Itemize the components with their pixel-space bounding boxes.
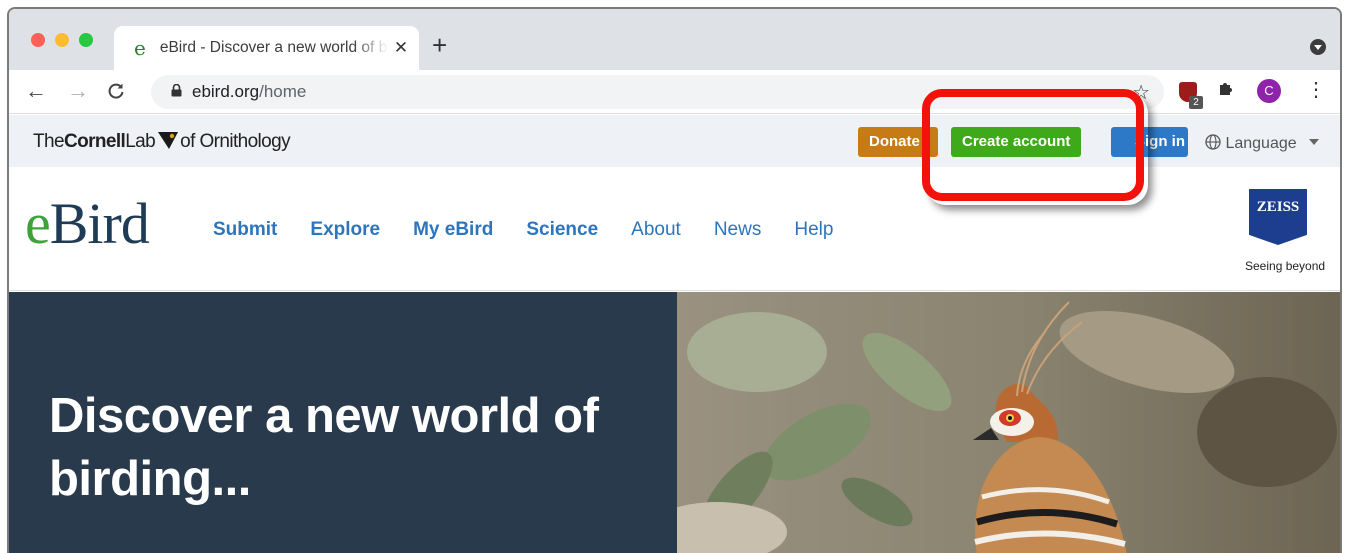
browser-menu-icon[interactable]: ⋮	[1306, 78, 1326, 102]
globe-icon	[1205, 134, 1221, 150]
tab-title: eBird - Discover a new world of birding.…	[159, 39, 388, 56]
logo-ornithology: of Ornithology	[180, 131, 291, 152]
nav-help[interactable]: Help	[794, 219, 833, 241]
highlight-annotation	[922, 89, 1144, 201]
browser-window: e eBird - Discover a new world of birdin…	[7, 7, 1342, 553]
logo-lab: Lab	[125, 131, 156, 152]
extensions-puzzle-icon[interactable]	[1217, 79, 1235, 103]
nav-explore[interactable]: Explore	[310, 219, 380, 241]
close-window-button[interactable]	[31, 33, 45, 47]
close-tab-icon[interactable]: ✕	[394, 38, 408, 58]
main-navigation: Submit Explore My eBird Science About Ne…	[213, 219, 833, 241]
ebird-favicon-icon: e	[134, 36, 146, 60]
ebird-logo[interactable]: eBird	[25, 195, 150, 253]
reload-button[interactable]	[107, 79, 125, 106]
nav-news[interactable]: News	[714, 219, 762, 241]
back-button[interactable]: ←	[25, 79, 47, 103]
cornell-lab-logo[interactable]: TheCornellLab of Ornithology	[33, 130, 291, 153]
logo-the: The	[33, 131, 65, 152]
hero-bird-photo	[677, 292, 1340, 553]
forward-button[interactable]: →	[67, 79, 89, 103]
language-label: Language	[1225, 135, 1297, 152]
zeiss-logo[interactable]: ZEISS	[1249, 189, 1307, 245]
chevron-down-icon	[1309, 139, 1320, 145]
cornell-bird-icon	[158, 132, 179, 149]
url-host: ebird.org	[192, 82, 260, 101]
nav-submit[interactable]: Submit	[213, 219, 277, 241]
logo-bird: Bird	[49, 191, 150, 256]
profile-avatar[interactable]: C	[1257, 79, 1281, 103]
nav-my-ebird[interactable]: My eBird	[413, 219, 493, 241]
minimize-window-button[interactable]	[55, 33, 69, 47]
url-path: /home	[259, 82, 307, 101]
hero-panel: Discover a new world of birding...	[9, 292, 677, 553]
tab-strip: e eBird - Discover a new world of birdin…	[9, 9, 1340, 70]
tab-search-icon[interactable]	[1310, 39, 1326, 55]
spinifex-pigeon-image	[677, 292, 1340, 553]
language-selector[interactable]: Language	[1205, 134, 1320, 153]
logo-e: e	[25, 191, 51, 256]
new-tab-button[interactable]: +	[432, 32, 447, 58]
extension-badge: 2	[1189, 96, 1203, 109]
logo-cornell: Cornell	[63, 131, 126, 152]
nav-science[interactable]: Science	[526, 219, 598, 241]
zeiss-tagline: Seeing beyond	[1245, 259, 1326, 273]
nav-about[interactable]: About	[631, 219, 681, 241]
reload-icon	[108, 83, 124, 99]
maximize-window-button[interactable]	[79, 33, 93, 47]
hero-title: Discover a new world of birding...	[49, 389, 599, 506]
lock-icon[interactable]	[171, 83, 182, 100]
browser-tab[interactable]: e eBird - Discover a new world of birdin…	[114, 26, 419, 70]
